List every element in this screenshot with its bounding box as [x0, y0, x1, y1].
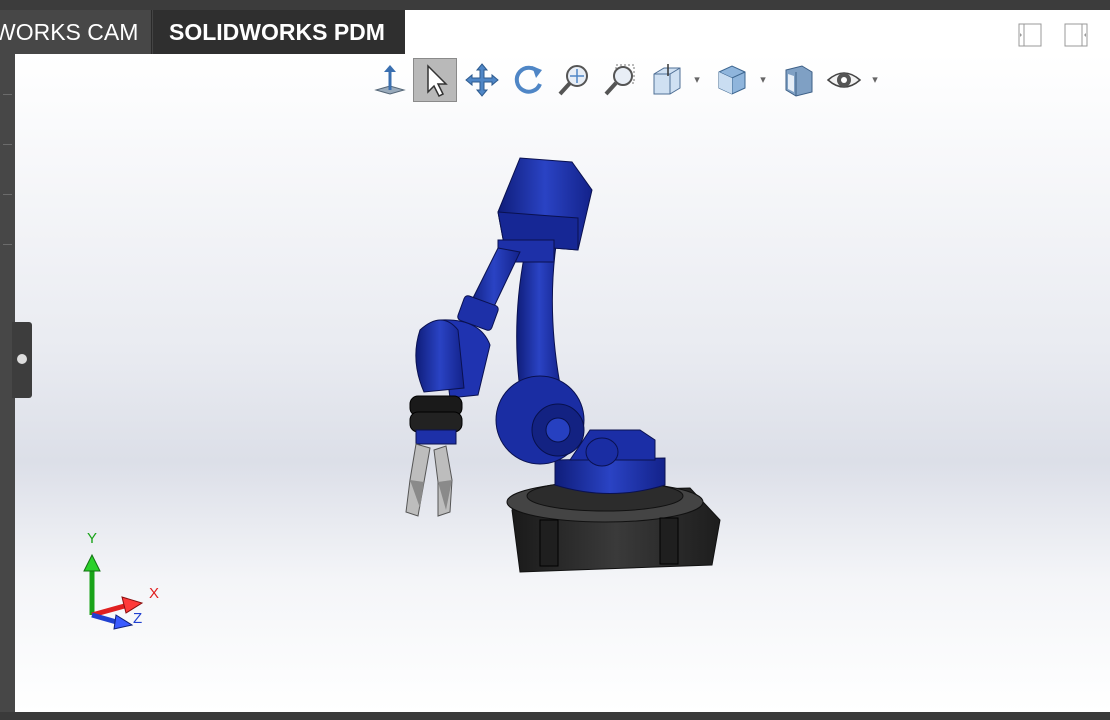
display-style-button[interactable] [776, 58, 820, 102]
normal-to-icon [374, 65, 406, 95]
tab-solidworks-pdm[interactable]: SOLIDWORKS PDM [153, 10, 405, 54]
section-view-icon [653, 64, 681, 95]
view-orientation-button[interactable] [710, 58, 754, 102]
collapse-right-panel-button[interactable] [1064, 22, 1090, 50]
hide-show-button[interactable] [822, 58, 866, 102]
section-view-button[interactable] [644, 58, 688, 102]
zoom-to-area-icon [604, 64, 635, 96]
viewport-top-area [405, 10, 1110, 54]
rotate-icon [514, 65, 542, 94]
robot-upper-arm [415, 247, 521, 399]
view-orientation-icon [718, 65, 746, 95]
collapse-left-panel-button[interactable] [1018, 22, 1044, 50]
robot-arm-model[interactable] [380, 140, 740, 590]
triad-z-label: Z [133, 610, 143, 627]
rotate-button[interactable] [506, 58, 550, 102]
select-arrow-icon [427, 64, 448, 98]
triad-x-label: X [149, 585, 160, 602]
panel-left-icon [1018, 23, 1042, 47]
robot-wrist [409, 395, 463, 445]
panel-right-icon [1064, 23, 1088, 47]
hide-show-dropdown[interactable]: ▾ [869, 72, 881, 88]
display-style-icon [785, 65, 813, 97]
robot-base [506, 480, 721, 573]
robot-gripper [405, 443, 453, 517]
tab-solidworks-cam[interactable]: WORKS CAM [0, 10, 152, 54]
zoom-to-area-button[interactable] [598, 58, 642, 102]
bottom-strip [0, 712, 1110, 720]
triad-y-label: Y [87, 530, 98, 547]
pan-icon [465, 63, 499, 97]
pan-button[interactable] [460, 58, 504, 102]
view-orientation-dropdown[interactable]: ▾ [757, 72, 769, 88]
hide-show-icon [826, 72, 862, 88]
section-view-dropdown[interactable]: ▾ [691, 72, 703, 88]
title-strip [0, 0, 1110, 10]
normal-to-button[interactable] [368, 58, 412, 102]
robot-shoulder-motor [497, 157, 593, 263]
zoom-to-fit-button[interactable] [552, 58, 596, 102]
zoom-to-fit-icon [558, 65, 588, 96]
select-button[interactable] [413, 58, 457, 102]
panel-resize-handle[interactable] [12, 322, 32, 398]
